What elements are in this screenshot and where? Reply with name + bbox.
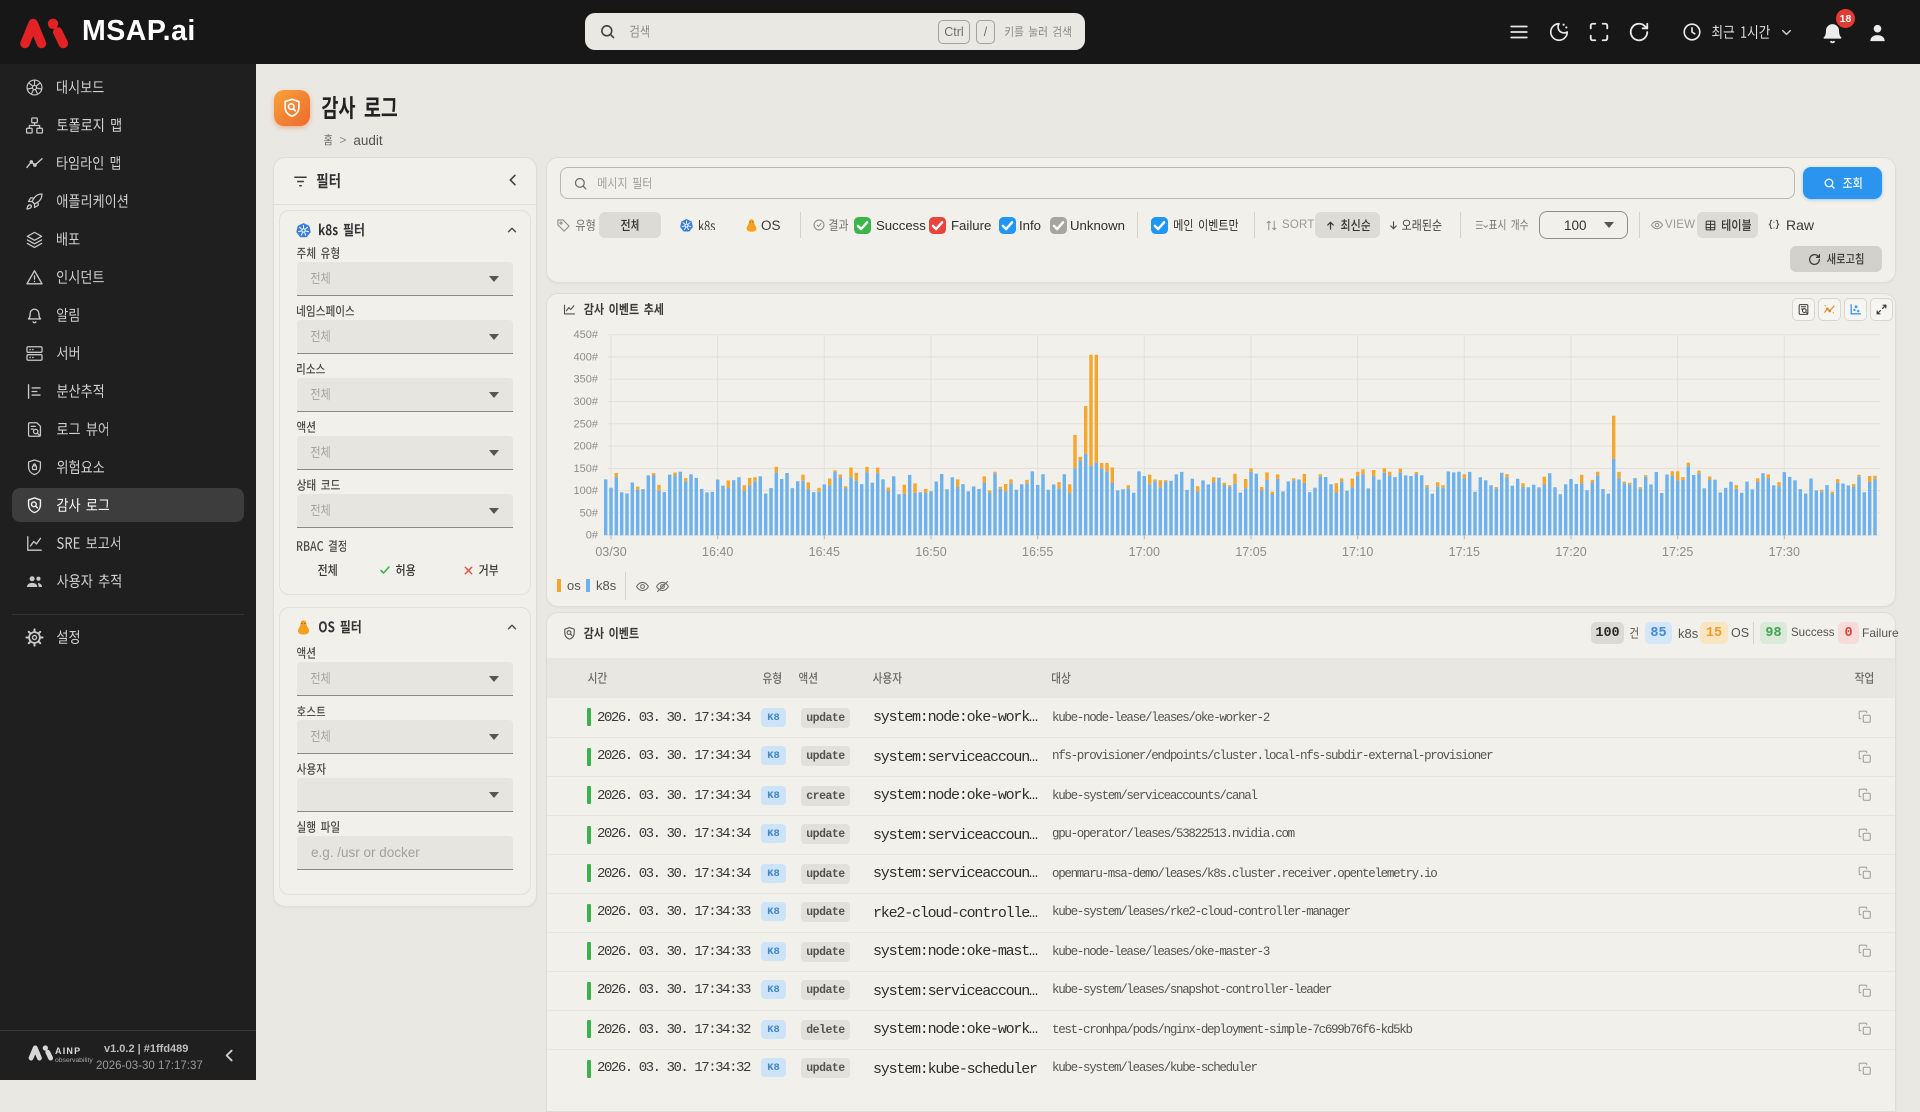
svg-text:100#: 100# xyxy=(574,485,599,497)
svg-text:17:00: 17:00 xyxy=(1129,545,1160,559)
svg-text:17:05: 17:05 xyxy=(1235,545,1266,559)
svg-text:250#: 250# xyxy=(574,418,599,430)
svg-text:400#: 400# xyxy=(574,352,599,364)
svg-text:0#: 0# xyxy=(586,530,599,542)
svg-text:17:30: 17:30 xyxy=(1769,545,1800,559)
svg-text:03/30: 03/30 xyxy=(595,545,626,559)
svg-text:16:40: 16:40 xyxy=(702,545,733,559)
svg-text:16:50: 16:50 xyxy=(915,545,946,559)
svg-text:450#: 450# xyxy=(574,329,599,341)
svg-text:200#: 200# xyxy=(574,441,599,453)
svg-text:16:55: 16:55 xyxy=(1022,545,1053,559)
svg-text:17:15: 17:15 xyxy=(1449,545,1480,559)
svg-text:16:45: 16:45 xyxy=(809,545,840,559)
svg-text:150#: 150# xyxy=(574,463,599,475)
svg-text:17:10: 17:10 xyxy=(1342,545,1373,559)
svg-text:50#: 50# xyxy=(580,507,599,519)
svg-text:300#: 300# xyxy=(574,396,599,408)
svg-text:17:20: 17:20 xyxy=(1555,545,1586,559)
svg-text:17:25: 17:25 xyxy=(1662,545,1693,559)
svg-text:350#: 350# xyxy=(574,374,599,386)
